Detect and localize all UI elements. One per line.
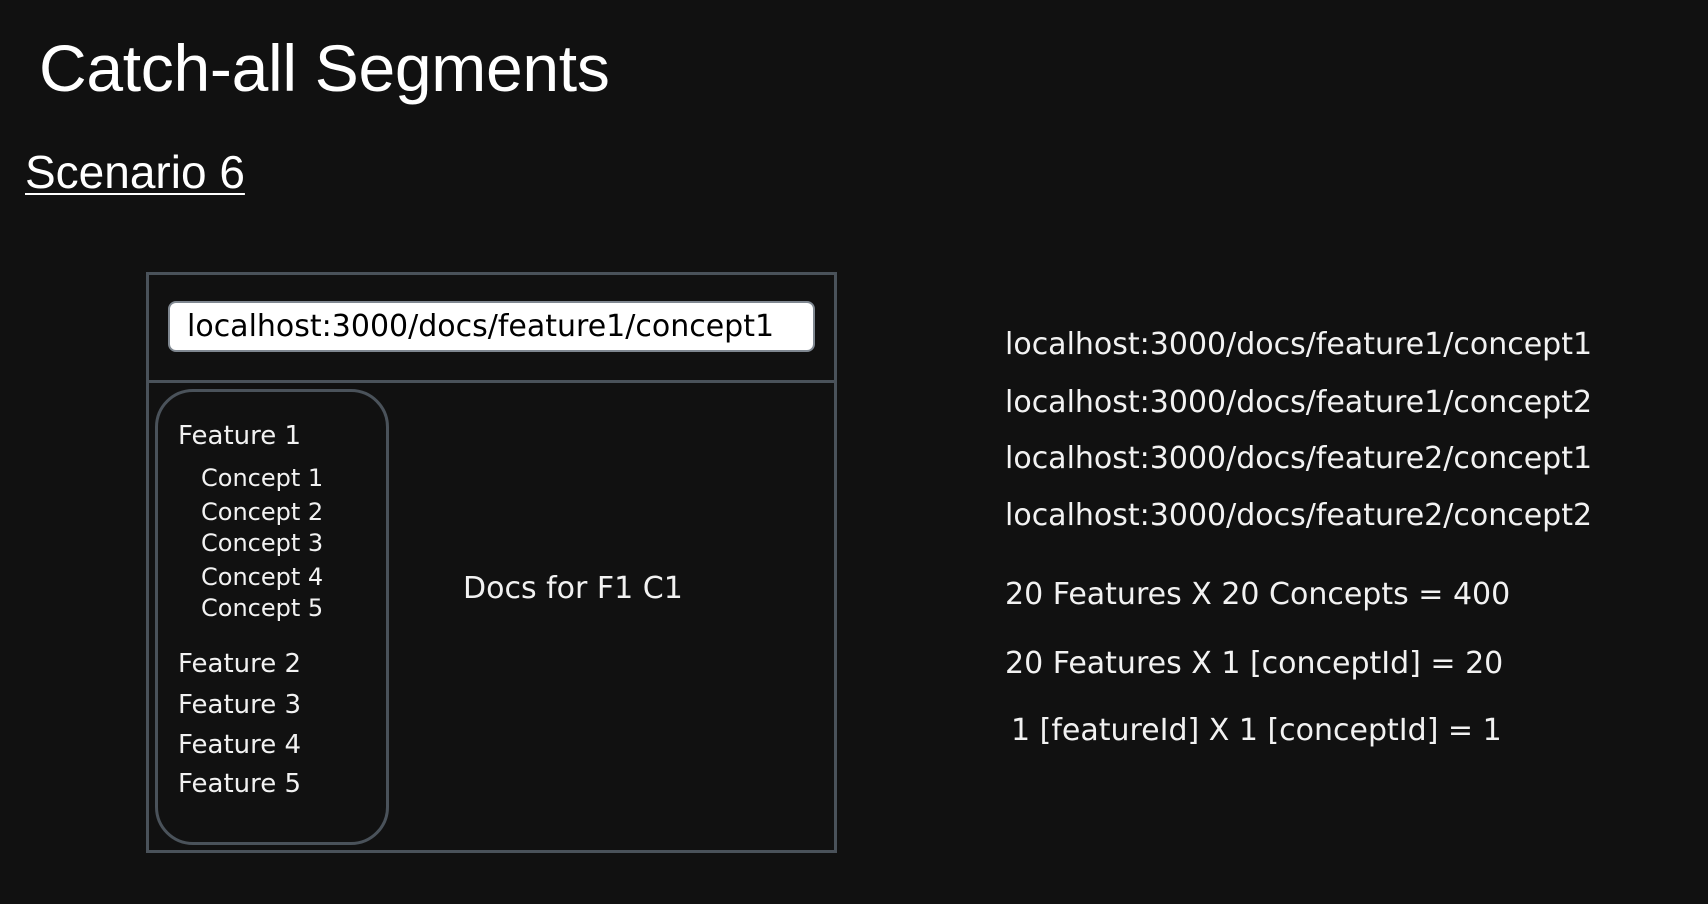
route-count-calculation: 20 Features X 20 Concepts = 400 xyxy=(1005,577,1511,612)
sidebar-item-concept-2[interactable]: Concept 2 xyxy=(201,497,323,527)
sidebar-item-feature-4[interactable]: Feature 4 xyxy=(178,728,301,762)
sidebar-item-concept-4[interactable]: Concept 4 xyxy=(201,562,323,592)
sidebar-item-feature-3[interactable]: Feature 3 xyxy=(178,688,301,722)
sidebar-item-feature-2[interactable]: Feature 2 xyxy=(178,647,301,681)
sidebar-item-concept-5[interactable]: Concept 5 xyxy=(201,593,323,623)
sidebar-item-concept-1[interactable]: Concept 1 xyxy=(201,463,323,493)
route-example: localhost:3000/docs/feature1/concept1 xyxy=(1005,327,1593,362)
docs-content: Docs for F1 C1 xyxy=(463,571,683,606)
docs-sidebar: Feature 1 Concept 1 Concept 2 Concept 3 … xyxy=(155,389,389,845)
browser-window: Feature 1 Concept 1 Concept 2 Concept 3 … xyxy=(146,272,837,853)
scenario-heading: Scenario 6 xyxy=(25,146,245,198)
sidebar-item-feature-1[interactable]: Feature 1 xyxy=(178,419,301,453)
route-example: localhost:3000/docs/feature2/concept1 xyxy=(1005,441,1593,476)
slide-title: Catch-all Segments xyxy=(39,31,610,105)
route-count-calculation: 20 Features X 1 [conceptId] = 20 xyxy=(1005,646,1504,681)
sidebar-item-concept-3[interactable]: Concept 3 xyxy=(201,528,323,558)
route-count-calculation: 1 [featureId] X 1 [conceptId] = 1 xyxy=(1011,713,1502,748)
route-example: localhost:3000/docs/feature1/concept2 xyxy=(1005,385,1593,420)
url-address-bar[interactable] xyxy=(168,301,815,352)
sidebar-item-feature-5[interactable]: Feature 5 xyxy=(178,767,301,801)
route-example: localhost:3000/docs/feature2/concept2 xyxy=(1005,498,1593,533)
address-bar-divider xyxy=(149,380,834,383)
